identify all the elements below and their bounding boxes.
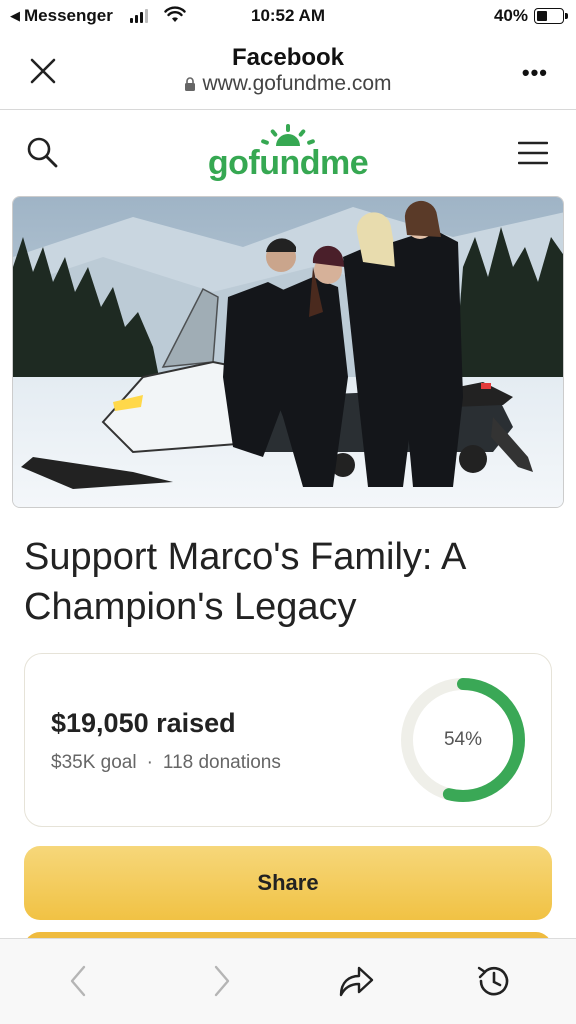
browser-toolbar [0, 938, 576, 1024]
campaign-hero-image[interactable] [12, 196, 564, 508]
clock: 10:52 AM [250, 6, 325, 25]
battery-percent: 40% [493, 6, 528, 25]
progress-percent: 54% [443, 729, 483, 750]
gofundme-logo[interactable]: gofundme [0, 124, 576, 180]
snowmobile-family-photo [13, 197, 563, 507]
meta-separator: · [146, 752, 153, 773]
donation-count[interactable]: 118 donations [163, 752, 281, 774]
chevron-right-icon[interactable] [202, 961, 242, 1001]
donation-progress-card: $19,050 raised $35K goal · 118 donations… [24, 653, 552, 827]
browser-title: Facebook [231, 44, 345, 71]
browser-url[interactable]: www.gofundme.com [0, 72, 576, 96]
sunrise-icon [261, 124, 315, 146]
status-bar: ◀ Messenger 10:52 AM 40% [0, 0, 576, 34]
logo-text: gofundme [207, 144, 369, 182]
url-text: www.gofundme.com [202, 72, 392, 95]
lock-icon [185, 77, 196, 91]
in-app-browser-header: Facebook www.gofundme.com ••• [0, 34, 576, 110]
site-header: gofundme [0, 110, 576, 196]
battery-icon [534, 8, 568, 24]
history-icon[interactable] [474, 961, 514, 1001]
goal-amount: $35K goal [51, 752, 137, 773]
chevron-left-icon[interactable] [58, 961, 98, 1001]
share-button[interactable]: Share [24, 846, 552, 920]
share-arrow-icon[interactable] [336, 961, 376, 1001]
campaign-meta: $35K goal · 118 donations [51, 752, 281, 774]
campaign-title: Support Marco's Family: A Champion's Leg… [24, 536, 465, 628]
amount-raised: $19,050 raised [51, 708, 236, 738]
more-icon[interactable]: ••• [522, 60, 548, 86]
hamburger-menu-icon[interactable] [518, 140, 548, 166]
